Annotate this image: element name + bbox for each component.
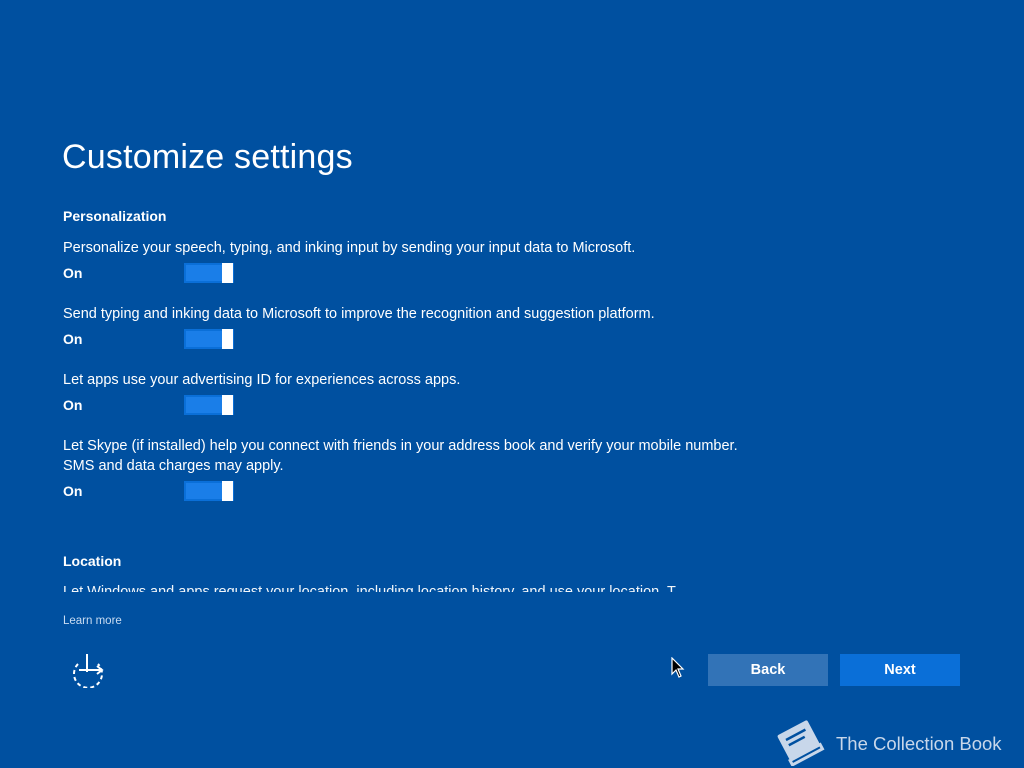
toggle-row: On bbox=[63, 263, 743, 285]
setting-description: Personalize your speech, typing, and ink… bbox=[63, 240, 636, 256]
next-button[interactable]: Next bbox=[840, 654, 960, 686]
toggle-state-label: On bbox=[63, 483, 83, 499]
mouse-cursor-icon bbox=[671, 656, 685, 679]
toggle-row: On bbox=[63, 395, 743, 417]
setting-description: Send typing and inking data to Microsoft… bbox=[63, 306, 655, 322]
toggle-switch[interactable] bbox=[184, 481, 234, 501]
setting-skype-contacts: Let Skype (if installed) help you connec… bbox=[63, 436, 743, 503]
setting-speech-typing-inking: Personalize your speech, typing, and ink… bbox=[63, 238, 743, 285]
setting-advertising-id: Let apps use your advertising ID for exp… bbox=[63, 370, 743, 417]
toggle-thumb bbox=[222, 481, 233, 501]
learn-more-link[interactable]: Learn more bbox=[63, 615, 122, 627]
toggle-thumb bbox=[222, 263, 233, 283]
page-title: Customize settings bbox=[62, 138, 353, 176]
toggle-state-label: On bbox=[63, 265, 83, 281]
toggle-row: On bbox=[63, 481, 743, 503]
oobe-screen: Customize settings Personalization Perso… bbox=[0, 0, 1024, 768]
section-heading-location: Location bbox=[63, 553, 122, 569]
toggle-switch[interactable] bbox=[184, 329, 234, 349]
back-button[interactable]: Back bbox=[708, 654, 828, 686]
toggle-switch[interactable] bbox=[184, 263, 234, 283]
toggle-state-label: On bbox=[63, 397, 83, 413]
toggle-state-label: On bbox=[63, 331, 83, 347]
toggle-thumb bbox=[222, 395, 233, 415]
setting-description: Let apps use your advertising ID for exp… bbox=[63, 372, 461, 388]
toggle-switch[interactable] bbox=[184, 395, 234, 415]
location-description-partial: Let Windows and apps request your locati… bbox=[63, 584, 676, 592]
toggle-thumb bbox=[222, 329, 233, 349]
section-heading-personalization: Personalization bbox=[63, 208, 167, 224]
setting-recognition-suggestion: Send typing and inking data to Microsoft… bbox=[63, 304, 743, 351]
watermark-text: The Collection Book bbox=[836, 733, 1002, 754]
toggle-row: On bbox=[63, 329, 743, 351]
setting-description: Let Skype (if installed) help you connec… bbox=[63, 438, 738, 474]
watermark: The Collection Book bbox=[770, 716, 1020, 767]
book-icon bbox=[770, 716, 828, 767]
ease-of-access-icon[interactable] bbox=[68, 652, 108, 689]
settings-scroll-area[interactable]: Personalization Personalize your speech,… bbox=[63, 200, 763, 592]
